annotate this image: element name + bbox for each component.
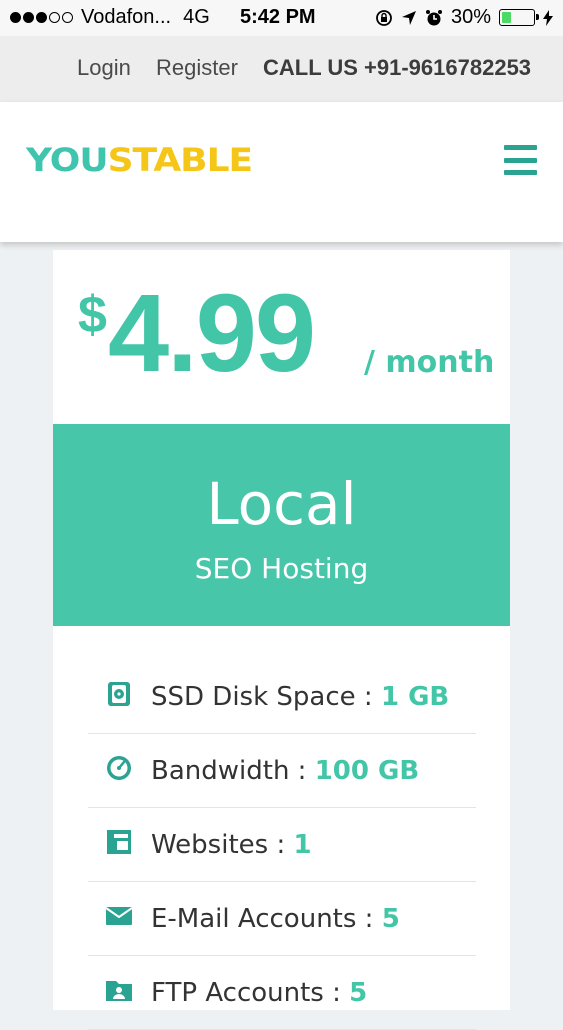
layout-icon <box>107 830 131 854</box>
feature-item-bandwidth: Bandwidth : 100 GB <box>88 734 476 808</box>
network-type: 4G <box>183 6 210 28</box>
battery-icon <box>499 9 539 26</box>
plan-header: Local SEO Hosting <box>53 424 510 626</box>
feature-value: 100 GB <box>314 756 420 786</box>
plan-name: Local <box>206 470 357 538</box>
carrier-name: Vodafon... <box>81 6 172 28</box>
youstable-logo[interactable]: YOUSTABLE <box>26 142 254 179</box>
login-link[interactable]: Login <box>77 55 131 81</box>
feature-label: E-Mail Accounts : <box>151 904 382 934</box>
feature-value: 1 GB <box>380 682 450 712</box>
alarm-icon <box>425 9 442 25</box>
status-right: 30% <box>375 6 553 29</box>
status-left: Vodafon... 4G <box>10 6 210 29</box>
feature-value: 5 <box>381 904 400 934</box>
rotation-lock-icon <box>376 9 392 26</box>
feature-item-email-accounts: E-Mail Accounts : 5 <box>88 882 476 956</box>
battery-level-fill <box>502 12 511 23</box>
feature-item-disk-space: SSD Disk Space : 1 GB <box>88 660 476 734</box>
logo-part-stable: STABLE <box>107 142 254 179</box>
pricing-card: $ 4.99 / month Local SEO Hosting SSD Dis… <box>53 250 510 1030</box>
feature-item-websites: Websites : 1 <box>88 808 476 882</box>
feature-label: SSD Disk Space : <box>151 682 381 712</box>
feature-value: 5 <box>349 978 368 1008</box>
feature-value: 1 <box>293 830 312 860</box>
feature-list: SSD Disk Space : 1 GB Bandwidth : 100 GB… <box>88 660 476 1030</box>
price-currency: $ <box>78 286 107 344</box>
signal-strength-icon <box>10 12 73 23</box>
charging-bolt-icon <box>543 9 553 26</box>
register-link[interactable]: Register <box>156 55 238 81</box>
price-amount: 4.99 <box>108 272 316 395</box>
disk-icon <box>108 682 130 706</box>
feature-label: Bandwidth : <box>151 756 315 786</box>
status-bar: Vodafon... 4G 5:42 PM 30% <box>0 0 563 36</box>
battery-percent: 30% <box>450 6 491 28</box>
hamburger-icon[interactable] <box>504 145 537 175</box>
site-header: YOUSTABLE <box>0 102 563 242</box>
location-arrow-icon <box>401 10 416 25</box>
feature-item-ftp-accounts: FTP Accounts : 5 <box>88 956 476 1030</box>
envelope-icon <box>105 907 133 925</box>
speedometer-icon <box>107 756 131 780</box>
logo-part-you: YOU <box>26 142 109 179</box>
call-us-link[interactable]: CALL US +91-9616782253 <box>263 55 531 81</box>
price-period: / month <box>364 345 495 380</box>
status-time: 5:42 PM <box>240 6 316 28</box>
top-utility-bar: Login Register CALL US +91-9616782253 <box>0 36 563 102</box>
plan-subtitle: SEO Hosting <box>194 552 369 585</box>
feature-label: FTP Accounts : <box>151 978 350 1008</box>
feature-label: Websites : <box>151 830 294 860</box>
